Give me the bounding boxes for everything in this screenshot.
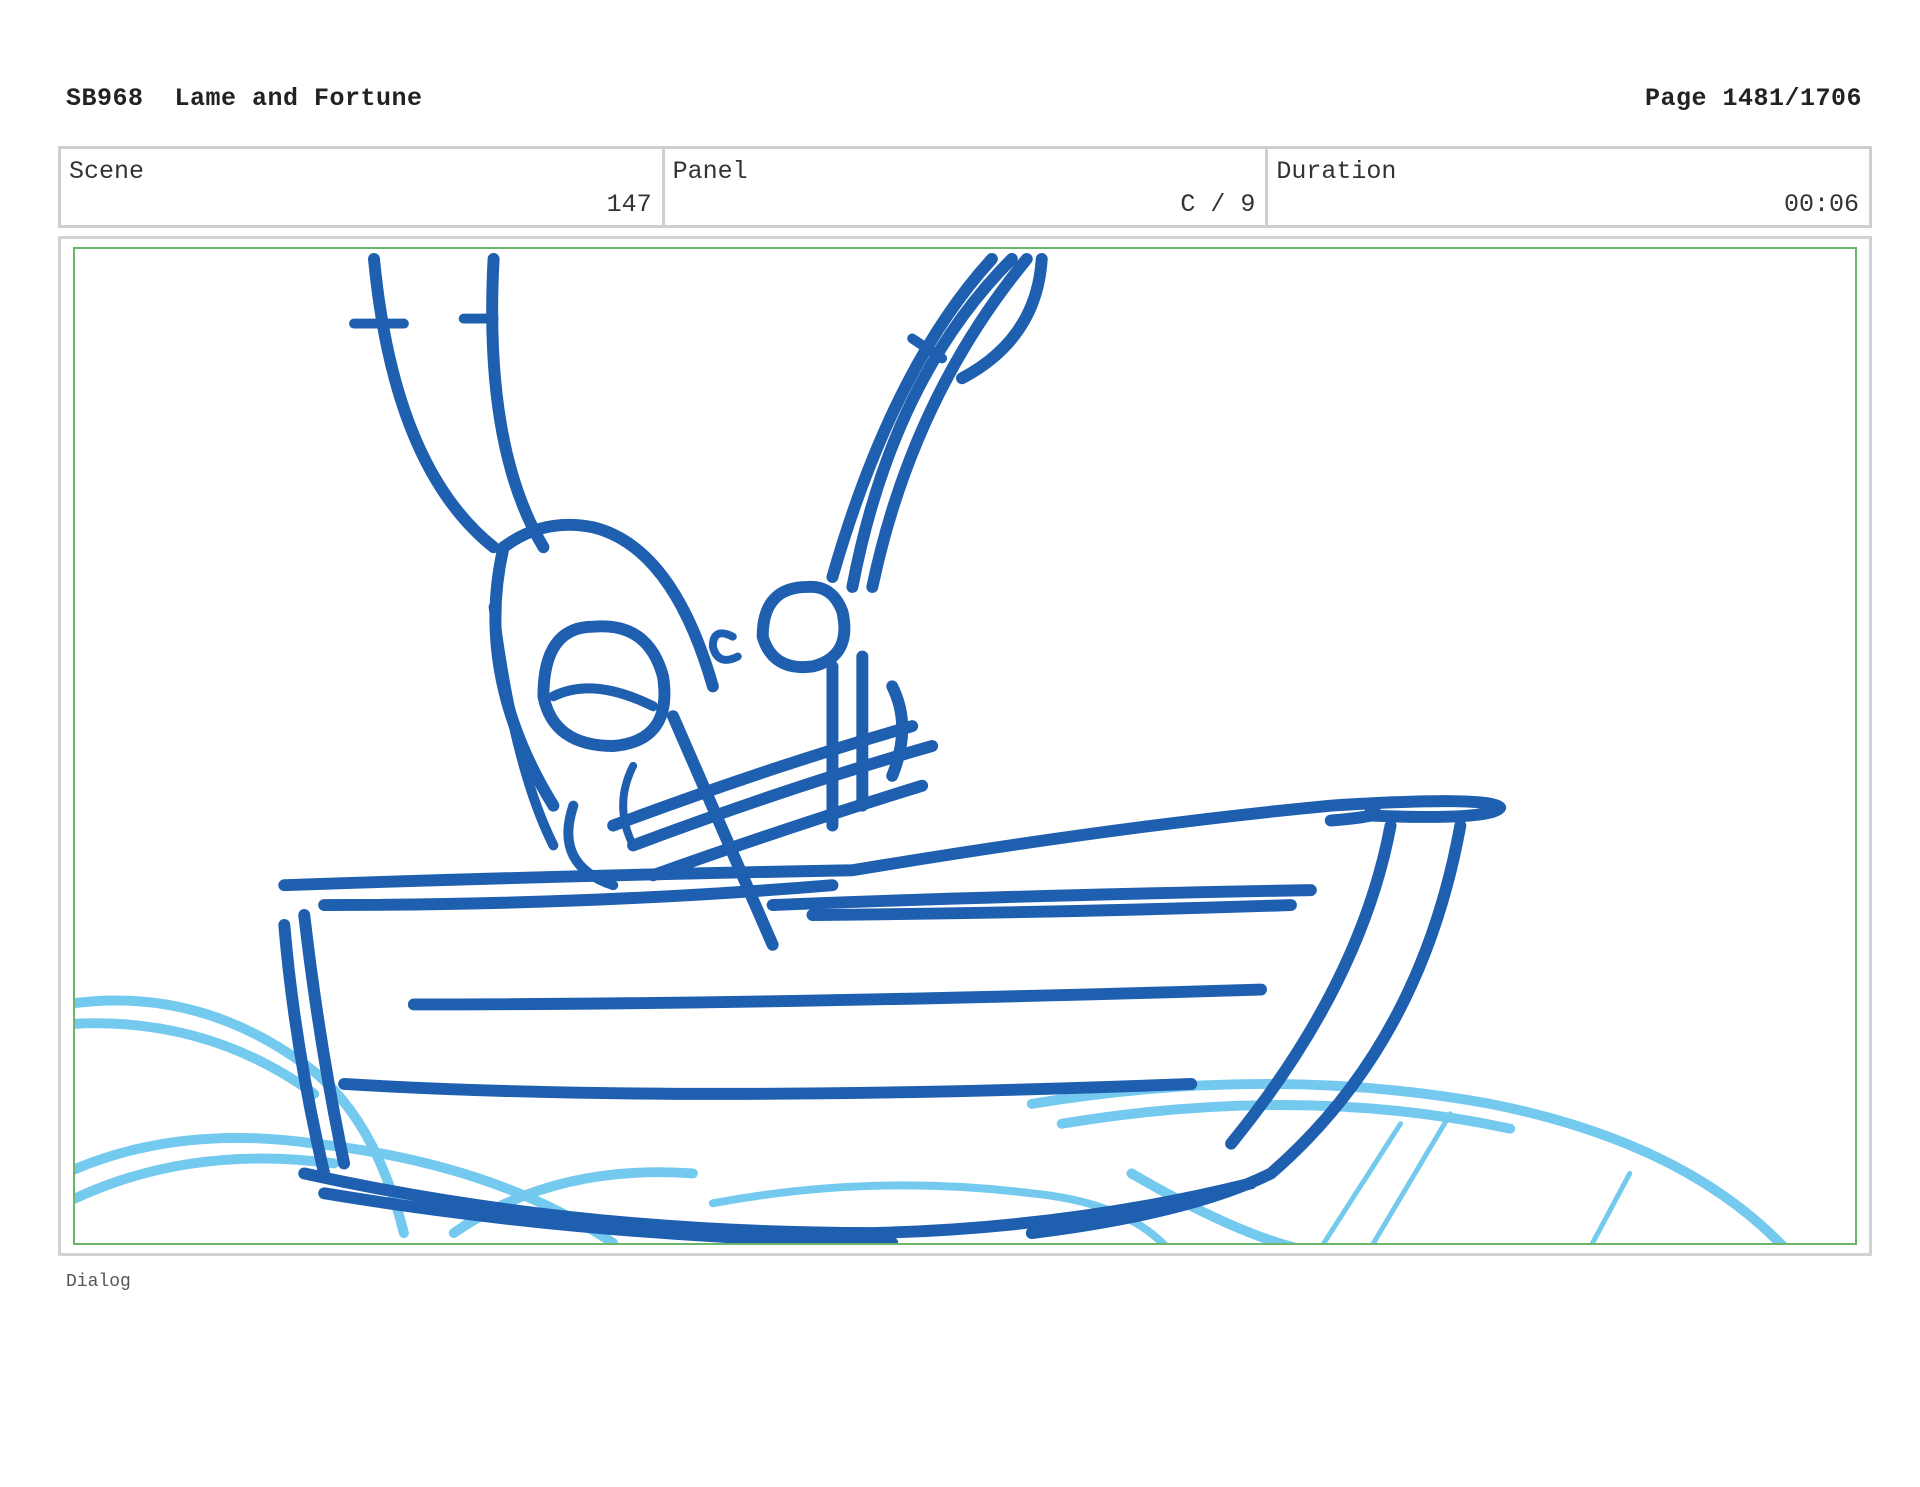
- duration-value: 00:06: [1784, 190, 1860, 219]
- dialog-label: Dialog: [66, 1272, 131, 1292]
- storyboard-title: SB968 Lame and Fortune: [66, 84, 423, 113]
- panel-cell: Panel C / 9: [665, 149, 1269, 225]
- page-number: Page 1481/1706: [1644, 84, 1862, 113]
- panel-value: C / 9: [1180, 190, 1256, 219]
- duration-label: Duration: [1276, 157, 1397, 186]
- panel-safe-area: [73, 247, 1857, 1245]
- scene-value: 147: [606, 190, 652, 219]
- panel-frame: [58, 236, 1872, 1256]
- panel-info-bar: Scene 147 Panel C / 9 Duration 00:06: [58, 146, 1872, 228]
- duration-cell: Duration 00:06: [1268, 149, 1869, 225]
- boat-sketch-image: [75, 252, 1787, 1243]
- panel-label: Panel: [672, 157, 748, 186]
- scene-label: Scene: [69, 157, 145, 186]
- scene-cell: Scene 147: [61, 149, 665, 225]
- boat-and-character-sketch: [278, 252, 1507, 1243]
